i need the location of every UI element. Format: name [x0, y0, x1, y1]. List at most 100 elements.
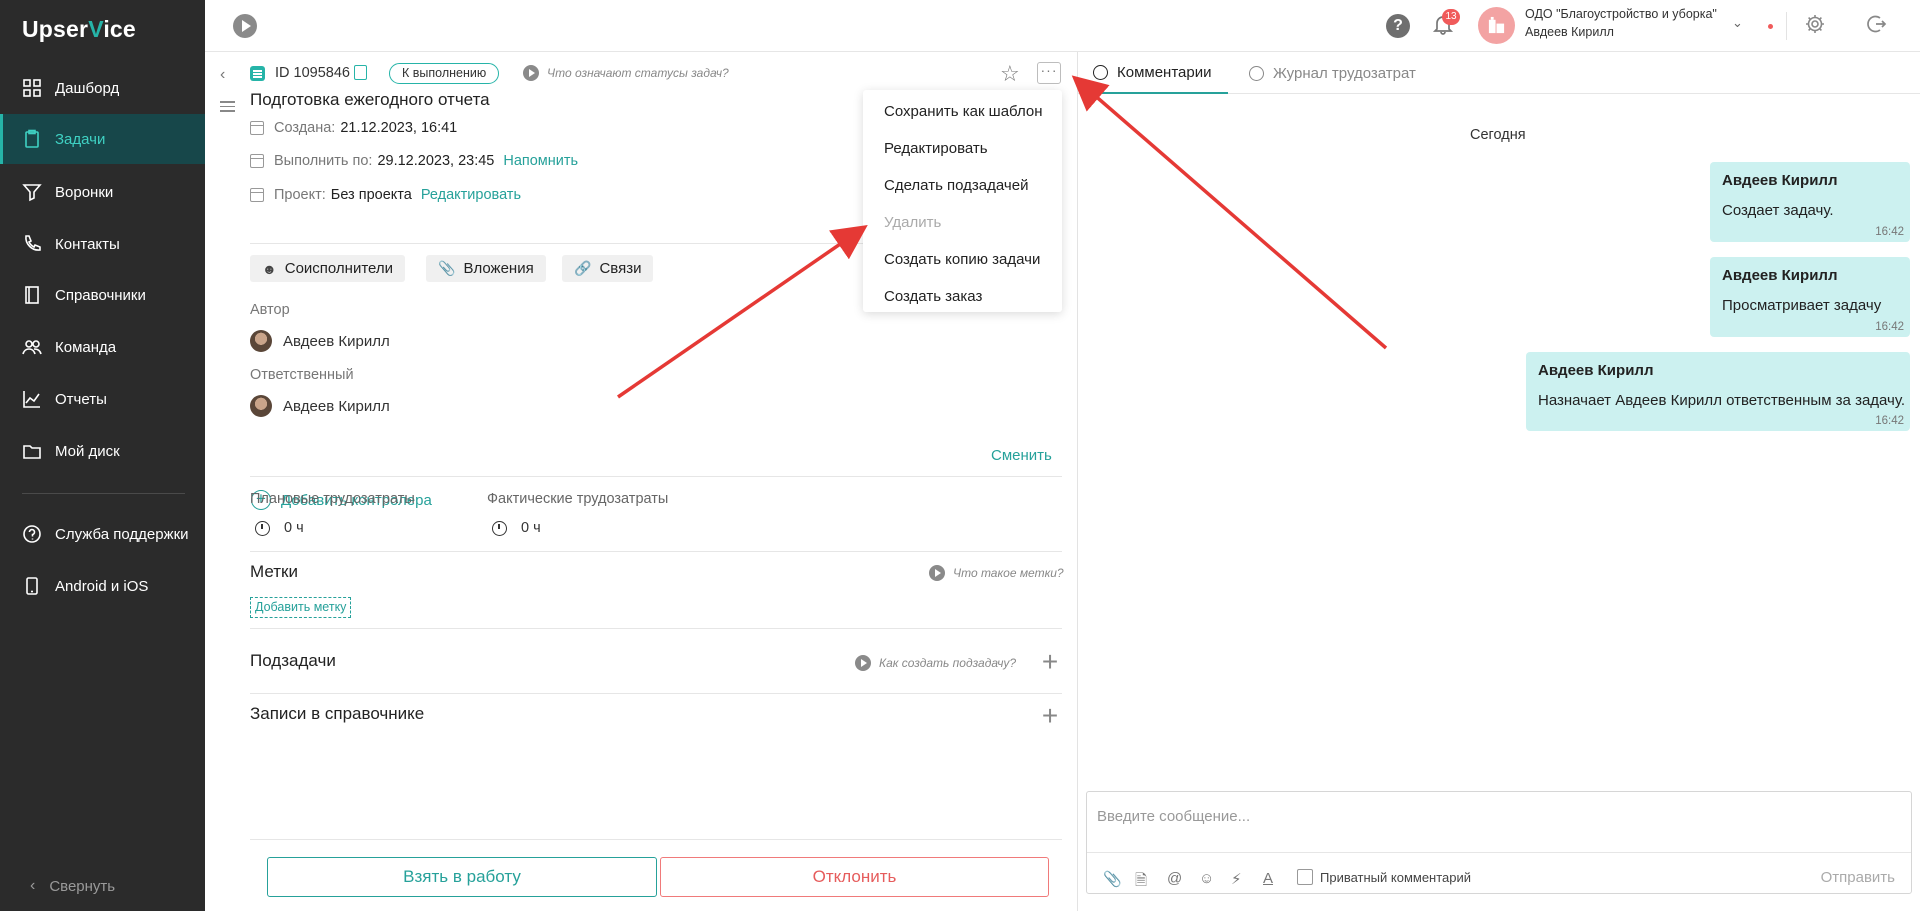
sidebar-item-tasks[interactable]: Задачи — [0, 114, 205, 164]
sidebar-item-support[interactable]: Служба поддержки — [0, 509, 205, 559]
responsible-name: Авдеев Кирилл — [283, 397, 390, 415]
sidebar-item-contacts[interactable]: Контакты — [0, 219, 205, 269]
project-icon — [250, 188, 264, 202]
coexecutors-button[interactable]: ☻ Соисполнители — [250, 255, 406, 282]
divider — [250, 628, 1062, 629]
sidebar-item-references[interactable]: Справочники — [0, 270, 205, 320]
menu-item-make-subtask[interactable]: Сделать подзадачей — [863, 167, 1062, 204]
project-label: Проект: — [274, 187, 326, 203]
sidebar-item-label: Служба поддержки — [55, 525, 189, 543]
comment-message: Авдеев Кирилл Просматривает задачу 16:42 — [1710, 257, 1910, 337]
help-icon[interactable]: ? — [1386, 14, 1410, 38]
sidebar: UpserVice Дашборд Задачи Воронки Контакт… — [0, 0, 205, 911]
task-id: ID 1095846 — [275, 65, 350, 81]
sidebar-item-dashboard[interactable]: Дашборд — [0, 63, 205, 113]
change-responsible-link[interactable]: Сменить — [991, 447, 1052, 464]
message-input[interactable] — [1097, 808, 1897, 825]
due-value: 29.12.2023, 23:45 — [377, 153, 495, 169]
back-chevron-icon[interactable]: ‹ — [220, 66, 225, 84]
tab-effort-log[interactable]: Журнал трудозатрат — [1249, 52, 1416, 94]
tags-help-label: Что такое метки? — [953, 566, 1064, 580]
calendar-icon — [250, 154, 264, 168]
file-icon[interactable]: 🗎 — [1135, 870, 1147, 895]
menu-item-copy-task[interactable]: Создать копию задачи — [863, 241, 1062, 278]
responsible-person[interactable]: Авдеев Кирилл — [250, 395, 390, 417]
reject-button[interactable]: Отклонить — [660, 857, 1049, 897]
link-icon: 🔗 — [574, 260, 592, 276]
private-comment-toggle[interactable]: Приватный комментарий — [1297, 869, 1471, 885]
lightning-icon[interactable]: ⚡ — [1231, 870, 1242, 888]
tags-title: Метки — [250, 562, 298, 581]
add-subtask-plus-icon[interactable]: + — [1039, 648, 1061, 676]
gear-icon[interactable] — [1804, 13, 1828, 37]
logout-icon[interactable] — [1865, 13, 1889, 37]
message-time: 16:42 — [1875, 321, 1904, 333]
org-name[interactable]: ОДО "Благоустройство и уборка" — [1525, 7, 1717, 21]
menu-item-save-template[interactable]: Сохранить как шаблон — [863, 93, 1062, 130]
sidebar-item-label: Команда — [55, 338, 117, 356]
take-to-work-button[interactable]: Взять в работу — [267, 857, 657, 897]
app-logo[interactable]: UpserVice — [22, 16, 136, 43]
list-icon[interactable] — [220, 98, 235, 115]
task-icon — [250, 66, 265, 81]
subtasks-title: Подзадачи — [250, 651, 336, 670]
sidebar-item-label: Мой диск — [55, 442, 120, 460]
status-dot — [1768, 24, 1773, 29]
day-separator: Сегодня — [1470, 127, 1526, 143]
phone-icon — [22, 234, 42, 254]
tab-comments[interactable]: Комментарии — [1093, 52, 1229, 94]
author-name: Авдеев Кирилл — [283, 332, 390, 350]
chevron-down-icon[interactable]: ⌄ — [1732, 15, 1743, 31]
divider — [250, 476, 1062, 477]
created-row: Создана: 21.12.2023, 16:41 — [250, 120, 457, 136]
status-badge[interactable]: К выполнению — [389, 63, 500, 84]
author-person[interactable]: Авдеев Кирилл — [250, 330, 390, 352]
remind-link[interactable]: Напомнить — [503, 153, 578, 169]
actual-effort[interactable]: 0 ч — [492, 520, 541, 536]
status-help-link[interactable]: Что означают статусы задач? — [523, 65, 729, 81]
menu-item-edit[interactable]: Редактировать — [863, 130, 1062, 167]
responsible-label: Ответственный — [250, 367, 354, 383]
sidebar-item-disk[interactable]: Мой диск — [0, 426, 205, 476]
add-tag-button[interactable]: Добавить метку — [250, 597, 352, 618]
user-name[interactable]: Авдеев Кирилл — [1525, 25, 1614, 39]
menu-item-delete: Удалить — [884, 214, 942, 231]
sidebar-item-team[interactable]: Команда — [0, 322, 205, 372]
star-icon[interactable]: ☆ — [1000, 61, 1020, 87]
message-time: 16:42 — [1875, 226, 1904, 238]
mention-icon[interactable]: @ — [1167, 870, 1182, 887]
edit-project-link[interactable]: Редактировать — [421, 187, 521, 203]
sidebar-item-reports[interactable]: Отчеты — [0, 374, 205, 424]
links-button[interactable]: 🔗 Связи — [562, 255, 654, 282]
divider — [250, 693, 1062, 694]
menu-item-create-order[interactable]: Создать заказ — [863, 278, 1062, 315]
tab-label: Комментарии — [1117, 63, 1212, 81]
play-video-icon — [523, 65, 539, 81]
tags-help-link[interactable]: Что такое метки? — [929, 565, 1064, 581]
attachments-button[interactable]: 📎 Вложения — [426, 255, 546, 282]
subtasks-help-link[interactable]: Как создать подзадачу? — [855, 655, 1016, 671]
text-format-icon[interactable]: A — [1263, 870, 1273, 887]
send-button[interactable]: Отправить — [1821, 869, 1895, 886]
play-video-icon[interactable] — [233, 14, 257, 38]
sidebar-item-mobile[interactable]: Android и iOS — [0, 561, 205, 611]
sidebar-item-funnels[interactable]: Воронки — [0, 167, 205, 217]
top-bar: ? 13 ОДО "Благоустройство и уборка" Авде… — [205, 0, 1920, 52]
org-avatar[interactable] — [1478, 7, 1515, 44]
message-author: Авдеев Кирилл — [1722, 172, 1838, 189]
arrow-to-more-button — [1071, 75, 1388, 350]
dashboard-icon — [22, 78, 42, 98]
avatar — [250, 395, 272, 417]
copy-icon[interactable] — [354, 65, 367, 80]
private-checkbox[interactable] — [1297, 869, 1313, 885]
planned-effort[interactable]: 0 ч — [255, 520, 304, 536]
emoji-icon[interactable]: ☺ — [1199, 870, 1214, 887]
divider — [250, 839, 1062, 840]
panel-divider — [1077, 52, 1078, 911]
sidebar-item-label: Задачи — [55, 130, 106, 148]
collapse-sidebar-button[interactable]: ‹ Свернуть — [30, 877, 115, 895]
attach-icon[interactable]: 📎 — [1103, 870, 1122, 888]
add-record-plus-icon[interactable]: + — [1039, 702, 1061, 730]
sidebar-divider — [22, 493, 185, 494]
more-options-button[interactable]: ··· — [1037, 62, 1061, 84]
